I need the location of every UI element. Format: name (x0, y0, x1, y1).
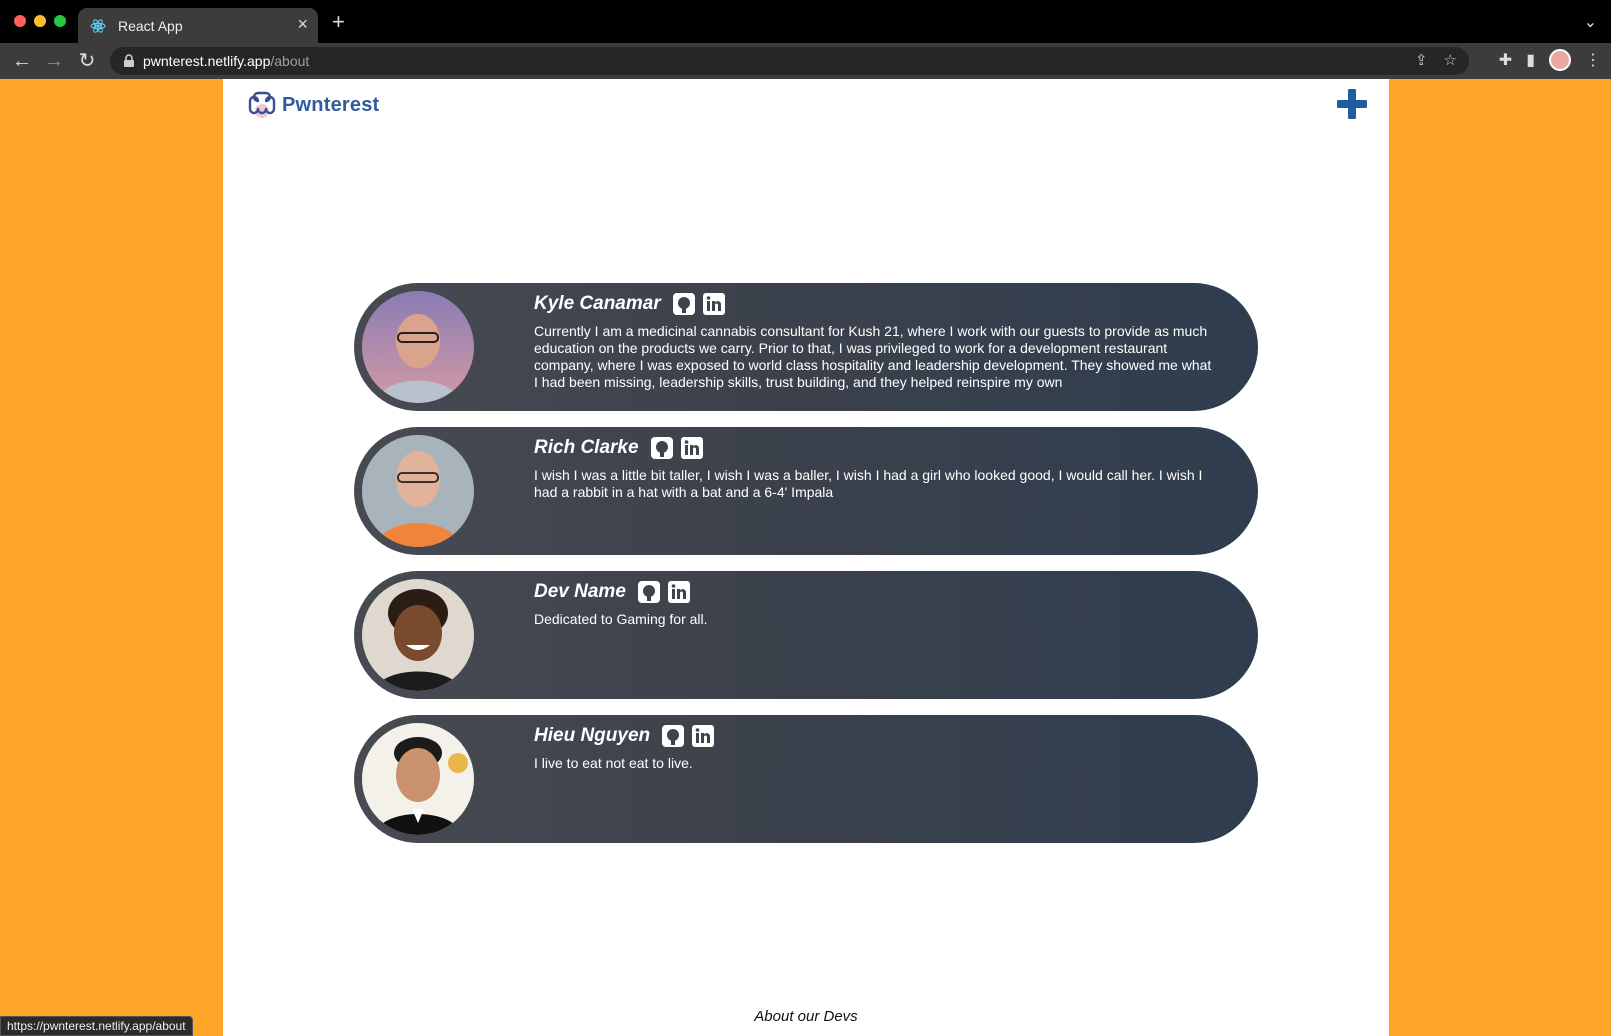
dev-bio: I wish I was a little bit taller, I wish… (534, 467, 1203, 500)
forward-arrow-icon[interactable]: → (42, 49, 66, 73)
dev-name: Dev Name (534, 581, 626, 602)
dev-card: Kyle Canamar Currently I am a medicinal … (354, 283, 1258, 411)
dev-name: Hieu Nguyen (534, 725, 651, 746)
address-bar[interactable]: pwnterest.netlify.app/about ⇪ ☆ (110, 47, 1469, 75)
close-window-button[interactable] (14, 15, 26, 27)
linkedin-icon[interactable] (692, 725, 715, 747)
profile-avatar[interactable] (1549, 49, 1571, 71)
dev-card: Dev Name Dedicated to Gaming for all. (354, 571, 1258, 699)
avatar (362, 723, 474, 835)
extensions-puzzle-icon[interactable]: ✚ (1499, 50, 1512, 70)
plus-icon[interactable] (1335, 87, 1369, 121)
dev-bio: I live to eat not eat to live. (534, 755, 693, 771)
tab-close-icon[interactable]: × (297, 14, 308, 34)
react-icon (90, 19, 106, 33)
url-path: /about (270, 53, 310, 69)
dev-card: Rich Clarke I wish I was a little bit ta… (354, 427, 1258, 555)
browser-tabbar: React App × + ⌄ (0, 0, 1611, 43)
linkedin-icon[interactable] (680, 437, 703, 459)
new-tab-icon[interactable]: + (332, 11, 345, 33)
share-icon[interactable]: ⇪ (1415, 51, 1428, 69)
dev-card: Hieu Nguyen I live to eat not eat to liv… (354, 715, 1258, 843)
footer-text: About our Devs (754, 1008, 858, 1025)
lock-icon (124, 54, 134, 67)
url-host: pwnterest.netlify.app (143, 53, 271, 69)
dev-bio: Dedicated to Gaming for all. (534, 611, 708, 627)
linkedin-icon[interactable] (667, 581, 690, 603)
github-icon[interactable] (662, 725, 685, 747)
reload-icon[interactable]: ↻ (75, 49, 99, 73)
url-text: pwnterest.netlify.app/about (143, 53, 309, 69)
logo-icon (248, 91, 276, 118)
dev-name: Kyle Canamar (534, 293, 661, 314)
avatar (362, 579, 474, 691)
bookmark-star-icon[interactable]: ☆ (1444, 51, 1457, 69)
github-icon[interactable] (650, 437, 673, 459)
github-icon[interactable] (637, 581, 660, 603)
avatar (362, 435, 474, 547)
dev-name: Rich Clarke (534, 437, 639, 458)
avatar (362, 291, 474, 403)
minimize-window-button[interactable] (34, 15, 46, 27)
back-arrow-icon[interactable]: ← (10, 49, 34, 73)
page-viewport: Pwnterest Kyle Canamar Currently I am a … (0, 79, 1611, 1036)
site-logo[interactable]: Pwnterest (246, 89, 379, 121)
tab-search-chevron-icon[interactable]: ⌄ (1584, 12, 1597, 32)
tab-title: React App (118, 18, 183, 34)
maximize-window-button[interactable] (54, 15, 66, 27)
browser-tab[interactable]: React App × (78, 8, 318, 43)
side-panel-icon[interactable]: ▮ (1526, 50, 1535, 70)
status-bar-url: https://pwnterest.netlify.app/about (0, 1016, 193, 1036)
github-icon[interactable] (672, 293, 695, 315)
linkedin-icon[interactable] (702, 293, 725, 315)
dev-bio: Currently I am a medicinal cannabis cons… (534, 323, 1212, 390)
browser-toolbar: ← → ↻ pwnterest.netlify.app/about ⇪ ☆ ✚ … (0, 43, 1611, 79)
logo-text: Pwnterest (282, 93, 380, 116)
more-menu-icon[interactable]: ⋮ (1585, 50, 1601, 70)
page-content: Pwnterest Kyle Canamar Currently I am a … (223, 79, 1389, 1036)
